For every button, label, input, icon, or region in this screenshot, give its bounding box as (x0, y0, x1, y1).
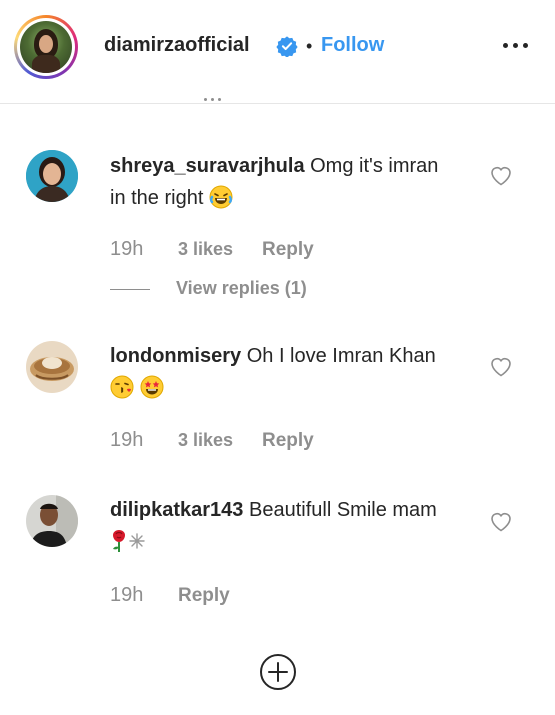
comment-body: Oh I love Imran Khan (246, 345, 436, 367)
like-heart-icon[interactable] (489, 510, 513, 532)
verified-badge-icon (276, 36, 298, 57)
comment-meta: 19h 3 likes Reply (110, 429, 330, 452)
star-struck-emoji (140, 375, 164, 399)
reply-button[interactable]: Reply (262, 430, 314, 452)
comment-text: shreya_suravarjhula Omg it's imran in th… (110, 150, 440, 214)
avatar-body (32, 55, 60, 73)
comment-time: 19h (110, 584, 144, 606)
comment-meta: 19h 3 likes Reply (110, 238, 330, 261)
commenter-avatar[interactable] (26, 495, 78, 547)
comment-likes[interactable]: 3 likes (178, 430, 233, 451)
reply-button[interactable]: Reply (178, 585, 230, 607)
more-horizontal-icon[interactable] (498, 30, 534, 60)
view-replies-button[interactable]: View replies (1) (110, 278, 307, 299)
commenter-avatar[interactable] (26, 341, 78, 393)
owner-avatar-story-ring[interactable] (14, 15, 78, 79)
avatar-portrait (26, 495, 78, 547)
reply-button[interactable]: Reply (262, 239, 314, 261)
plus-circle-icon[interactable] (259, 653, 297, 691)
avatar-portrait (26, 341, 78, 393)
comment-username[interactable]: dilipkatkar143 (110, 499, 243, 521)
post-header: diamirzaofficial • Follow (0, 0, 555, 104)
commenter-avatar[interactable] (26, 150, 78, 202)
rose-emoji (110, 529, 128, 553)
comment-meta: 19h Reply (110, 584, 270, 607)
like-heart-icon[interactable] (489, 164, 513, 186)
comment-text: londonmisery Oh I love Imran Khan (110, 340, 440, 404)
face-blowing-kiss-emoji (110, 375, 134, 399)
like-heart-icon[interactable] (489, 355, 513, 377)
follow-button[interactable]: Follow (321, 34, 384, 57)
separator-dot: • (306, 36, 313, 56)
sparkle-emoji (128, 529, 146, 553)
avatar-ring-gap (17, 18, 75, 76)
comment-username[interactable]: shreya_suravarjhula (110, 155, 305, 177)
face-with-tears-of-joy-emoji (209, 185, 233, 209)
comment-time: 19h (110, 429, 144, 451)
comment-time: 19h (110, 238, 144, 260)
comment-text: dilipkatkar143 Beautifull Smile mam (110, 494, 440, 558)
view-replies-label: View replies (1) (176, 278, 307, 298)
owner-username[interactable]: diamirzaofficial (104, 34, 250, 57)
comment-body: Beautifull Smile mam (248, 499, 437, 521)
caption-truncation-dots (201, 96, 225, 104)
replies-divider (110, 288, 150, 290)
comment-username[interactable]: londonmisery (110, 345, 241, 367)
owner-avatar (20, 21, 72, 73)
avatar-face (39, 35, 53, 53)
avatar-portrait (26, 150, 78, 202)
comment-likes[interactable]: 3 likes (178, 239, 233, 260)
